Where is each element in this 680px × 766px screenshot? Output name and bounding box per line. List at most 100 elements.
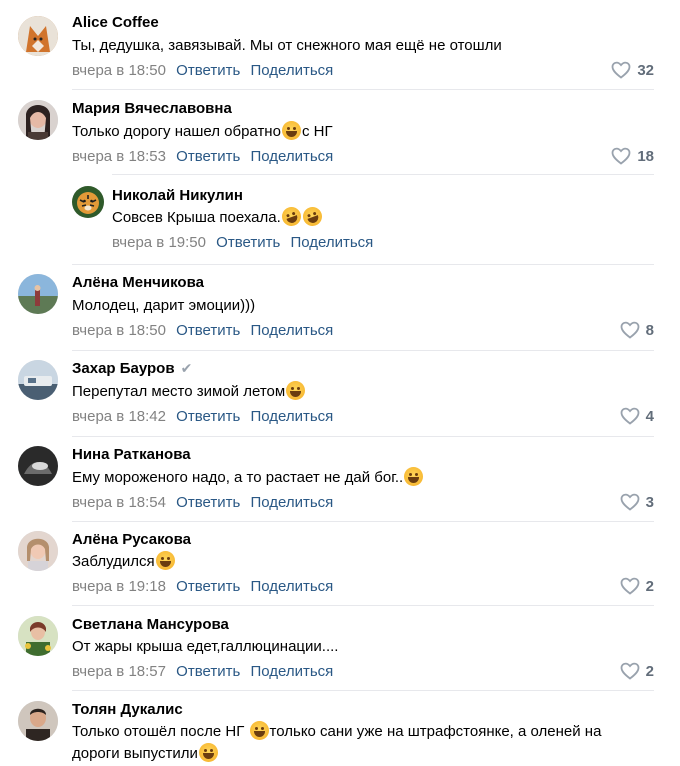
comment-text-part: Заблудился [72,553,155,570]
like-count: 8 [645,321,654,339]
comment-author[interactable]: Нина Ратканова [72,446,191,463]
comment-date[interactable]: вчера в 18:50 [72,322,166,339]
like-button[interactable]: 3 [620,493,654,511]
reply-button[interactable]: Ответить [176,322,240,339]
heart-icon [620,493,640,511]
comment-meta: вчера в 19:18 Ответить Поделиться [72,578,333,595]
comment-item: Alice Coffee Ты, дедушка, завязывай. Мы … [0,0,680,90]
share-button[interactable]: Поделиться [250,408,333,425]
reply-button[interactable]: Ответить [176,494,240,511]
like-count: 3 [645,493,654,511]
comment-text-part: только сани уже на штрафстоянке, а олене… [269,723,602,740]
share-button[interactable]: Поделиться [250,663,333,680]
comment-item: Захар Бауров ✔ Перепутал место зимой лето… [0,350,680,437]
avatar[interactable] [72,186,104,218]
comment-item: Толян Дукалис Только отошёл после НГ тол… [0,691,680,766]
comment-date[interactable]: вчера в 18:57 [72,663,166,680]
comment-text: Ему мороженого надо, а то растает не дай… [72,467,662,489]
avatar[interactable] [18,100,58,140]
laughing-emoji-icon [281,121,301,140]
comment-date[interactable]: вчера в 18:53 [72,148,166,165]
comment-date[interactable]: вчера в 18:42 [72,408,166,425]
hugging-emoji-icon [404,467,424,486]
comment-author[interactable]: Мария Вячеславовна [72,100,232,117]
comment-text: Только дорогу нашел обратно с НГ [72,121,662,143]
like-button[interactable]: 2 [620,662,654,680]
comment-author[interactable]: Алёна Русакова [72,531,191,548]
avatar[interactable] [18,274,58,314]
comment-text: Ты, дедушка, завязывай. Мы от снежного м… [72,37,502,54]
like-button[interactable]: 8 [620,321,654,339]
avatar[interactable] [18,16,58,56]
reply-button[interactable]: Ответить [176,62,240,79]
comment-author-name[interactable]: Захар Бауров [72,360,175,377]
comment-text-part: Только дорогу нашел обратно [72,123,281,140]
comment-meta: вчера в 18:50 Ответить Поделиться [72,62,333,79]
divider [112,174,654,175]
grinning-emoji-icon [155,551,175,570]
like-count: 2 [645,662,654,680]
comment-author[interactable]: Николай Никулин [112,187,243,204]
heart-icon [620,577,640,595]
share-button[interactable]: Поделиться [250,322,333,339]
like-count: 4 [645,407,654,425]
like-count: 18 [637,147,654,165]
comment-date[interactable]: вчера в 19:18 [72,578,166,595]
rolling-laughing-emoji-icon [279,204,304,229]
comment-date[interactable]: вчера в 19:50 [112,234,206,251]
comment-text-part: Совсев Крыша поехала. [112,209,281,226]
comment-meta: вчера в 18:50 Ответить Поделиться [72,322,333,339]
like-count: 32 [637,61,654,79]
comment-author[interactable]: Светлана Мансурова [72,616,229,633]
like-button[interactable]: 32 [611,61,654,79]
heart-icon [620,407,640,425]
like-button[interactable]: 4 [620,407,654,425]
comment-text-part: дороги выпустили [72,745,198,762]
reply-button[interactable]: Ответить [216,234,280,251]
comment-item: Светлана Мансурова От жары крыша едет,га… [0,606,680,691]
comment-meta: вчера в 19:50 Ответить Поделиться [112,234,373,251]
comment-text-part: Только отошёл после НГ [72,723,245,740]
avatar[interactable] [18,616,58,656]
reply-button[interactable]: Ответить [176,663,240,680]
comment-item: Алёна Менчикова Молодец, дарит эмоции)))… [0,264,680,351]
comment-meta: вчера в 18:57 Ответить Поделиться [72,663,333,680]
heart-icon [611,147,631,165]
reply-button[interactable]: Ответить [176,408,240,425]
comment-text: Только отошёл после НГ только сани уже н… [72,721,662,765]
comment-reply-item: Николай Никулин Совсев Крыша поехала. вч… [0,176,680,265]
avatar[interactable] [18,446,58,486]
comment-date[interactable]: вчера в 18:54 [72,494,166,511]
avatar[interactable] [18,360,58,400]
share-button[interactable]: Поделиться [250,494,333,511]
comment-author[interactable]: Алёна Менчикова [72,274,204,291]
comments-feed: Alice Coffee Ты, дедушка, завязывай. Мы … [0,0,680,766]
heart-icon [620,321,640,339]
comment-text: Молодец, дарит эмоции))) [72,297,256,314]
heart-icon [620,662,640,680]
comment-date[interactable]: вчера в 18:50 [72,62,166,79]
comment-text: Совсев Крыша поехала. [112,204,662,229]
avatar[interactable] [18,531,58,571]
comment-item: Алёна Русакова Заблудился вчера в 19:18 … [0,521,680,606]
share-button[interactable]: Поделиться [250,148,333,165]
share-button[interactable]: Поделиться [290,234,373,251]
comment-author[interactable]: Толян Дукалис [72,701,183,718]
comment-meta: вчера в 18:53 Ответить Поделиться [72,148,333,165]
share-button[interactable]: Поделиться [250,578,333,595]
comment-text-part: Ему мороженого надо, а то растает не дай… [72,469,404,486]
comment-item: Нина Ратканова Ему мороженого надо, а то… [0,436,680,522]
grinning-emoji-icon [286,381,306,400]
like-button[interactable]: 18 [611,147,654,165]
comment-text: От жары крыша едет,галлюцинации.... [72,638,339,655]
comment-author[interactable]: Захар Бауров ✔ [72,360,192,377]
comment-author[interactable]: Alice Coffee [72,14,159,31]
avatar[interactable] [18,701,58,741]
heart-icon [611,61,631,79]
share-button[interactable]: Поделиться [250,62,333,79]
grinning-emoji-icon [198,743,218,762]
comment-text: Заблудился [72,551,662,573]
reply-button[interactable]: Ответить [176,148,240,165]
reply-button[interactable]: Ответить [176,578,240,595]
like-button[interactable]: 2 [620,577,654,595]
